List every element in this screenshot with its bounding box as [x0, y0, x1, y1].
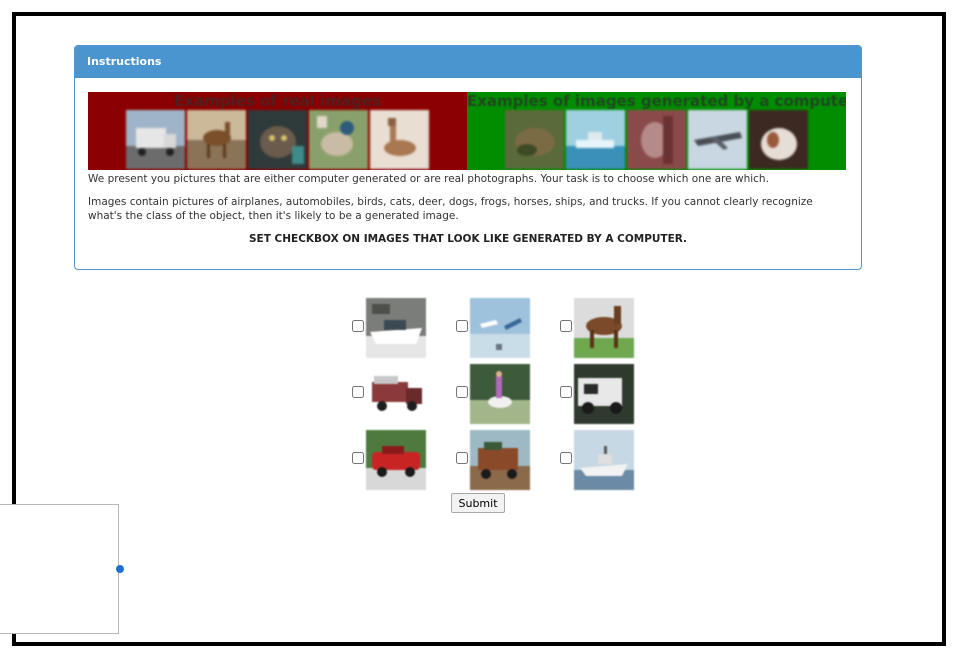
grid-cell — [352, 298, 432, 358]
instructions-text-1: We present you pictures that are either … — [88, 173, 769, 185]
grid-cell — [456, 364, 536, 424]
instructions-panel: Instructions Examples of real images Exa… — [74, 45, 862, 270]
generated-bird-image — [627, 110, 686, 169]
side-overlay-box — [0, 504, 119, 634]
generated-dog-image — [749, 110, 808, 169]
examples-banner: Examples of real images Examples of imag… — [88, 92, 846, 170]
submit-button[interactable]: Submit — [451, 493, 505, 513]
grid-cell — [560, 430, 640, 490]
instructions-emphasis: SET CHECKBOX ON IMAGES THAT LOOK LIKE GE… — [248, 233, 688, 245]
boat-image — [366, 298, 426, 358]
grid-cell — [560, 298, 640, 358]
grid-cell — [352, 364, 432, 424]
real-examples: Examples of real images — [88, 92, 467, 170]
horse-rider-image — [470, 364, 530, 424]
grid-cell — [456, 298, 536, 358]
truck-image-1 — [366, 364, 426, 424]
grid-cell — [560, 364, 640, 424]
generated-ship-image — [566, 110, 625, 169]
car-image — [366, 430, 426, 490]
real-truck-image — [126, 110, 185, 169]
image-checkbox-7[interactable] — [352, 452, 364, 464]
image-checkbox-2[interactable] — [456, 320, 468, 332]
real-cat-image — [248, 110, 307, 169]
grid-cell — [456, 430, 536, 490]
real-dog-image — [309, 110, 368, 169]
image-checkbox-3[interactable] — [560, 320, 572, 332]
generated-airplane-image — [688, 110, 747, 169]
image-checkbox-8[interactable] — [456, 452, 468, 464]
image-checkbox-6[interactable] — [560, 386, 572, 398]
truck-image-2 — [574, 364, 634, 424]
airplane-image — [470, 298, 530, 358]
image-checkbox-4[interactable] — [352, 386, 364, 398]
image-checkbox-1[interactable] — [352, 320, 364, 332]
image-checkbox-9[interactable] — [560, 452, 572, 464]
image-checkbox-5[interactable] — [456, 386, 468, 398]
generated-frog-image — [505, 110, 564, 169]
real-deer-image-2 — [370, 110, 429, 169]
instructions-heading: Instructions — [75, 46, 861, 78]
grid-cell — [352, 430, 432, 490]
ship-image — [574, 430, 634, 490]
generated-examples-title: Examples of images generated by a comput… — [467, 92, 846, 110]
instructions-text-2: Images contain pictures of airplanes, au… — [88, 196, 813, 222]
resize-handle[interactable] — [116, 565, 124, 573]
truck-image-3 — [470, 430, 530, 490]
real-deer-image — [187, 110, 246, 169]
real-examples-title: Examples of real images — [174, 92, 381, 110]
horse-image — [574, 298, 634, 358]
generated-examples: Examples of images generated by a comput… — [467, 92, 846, 170]
